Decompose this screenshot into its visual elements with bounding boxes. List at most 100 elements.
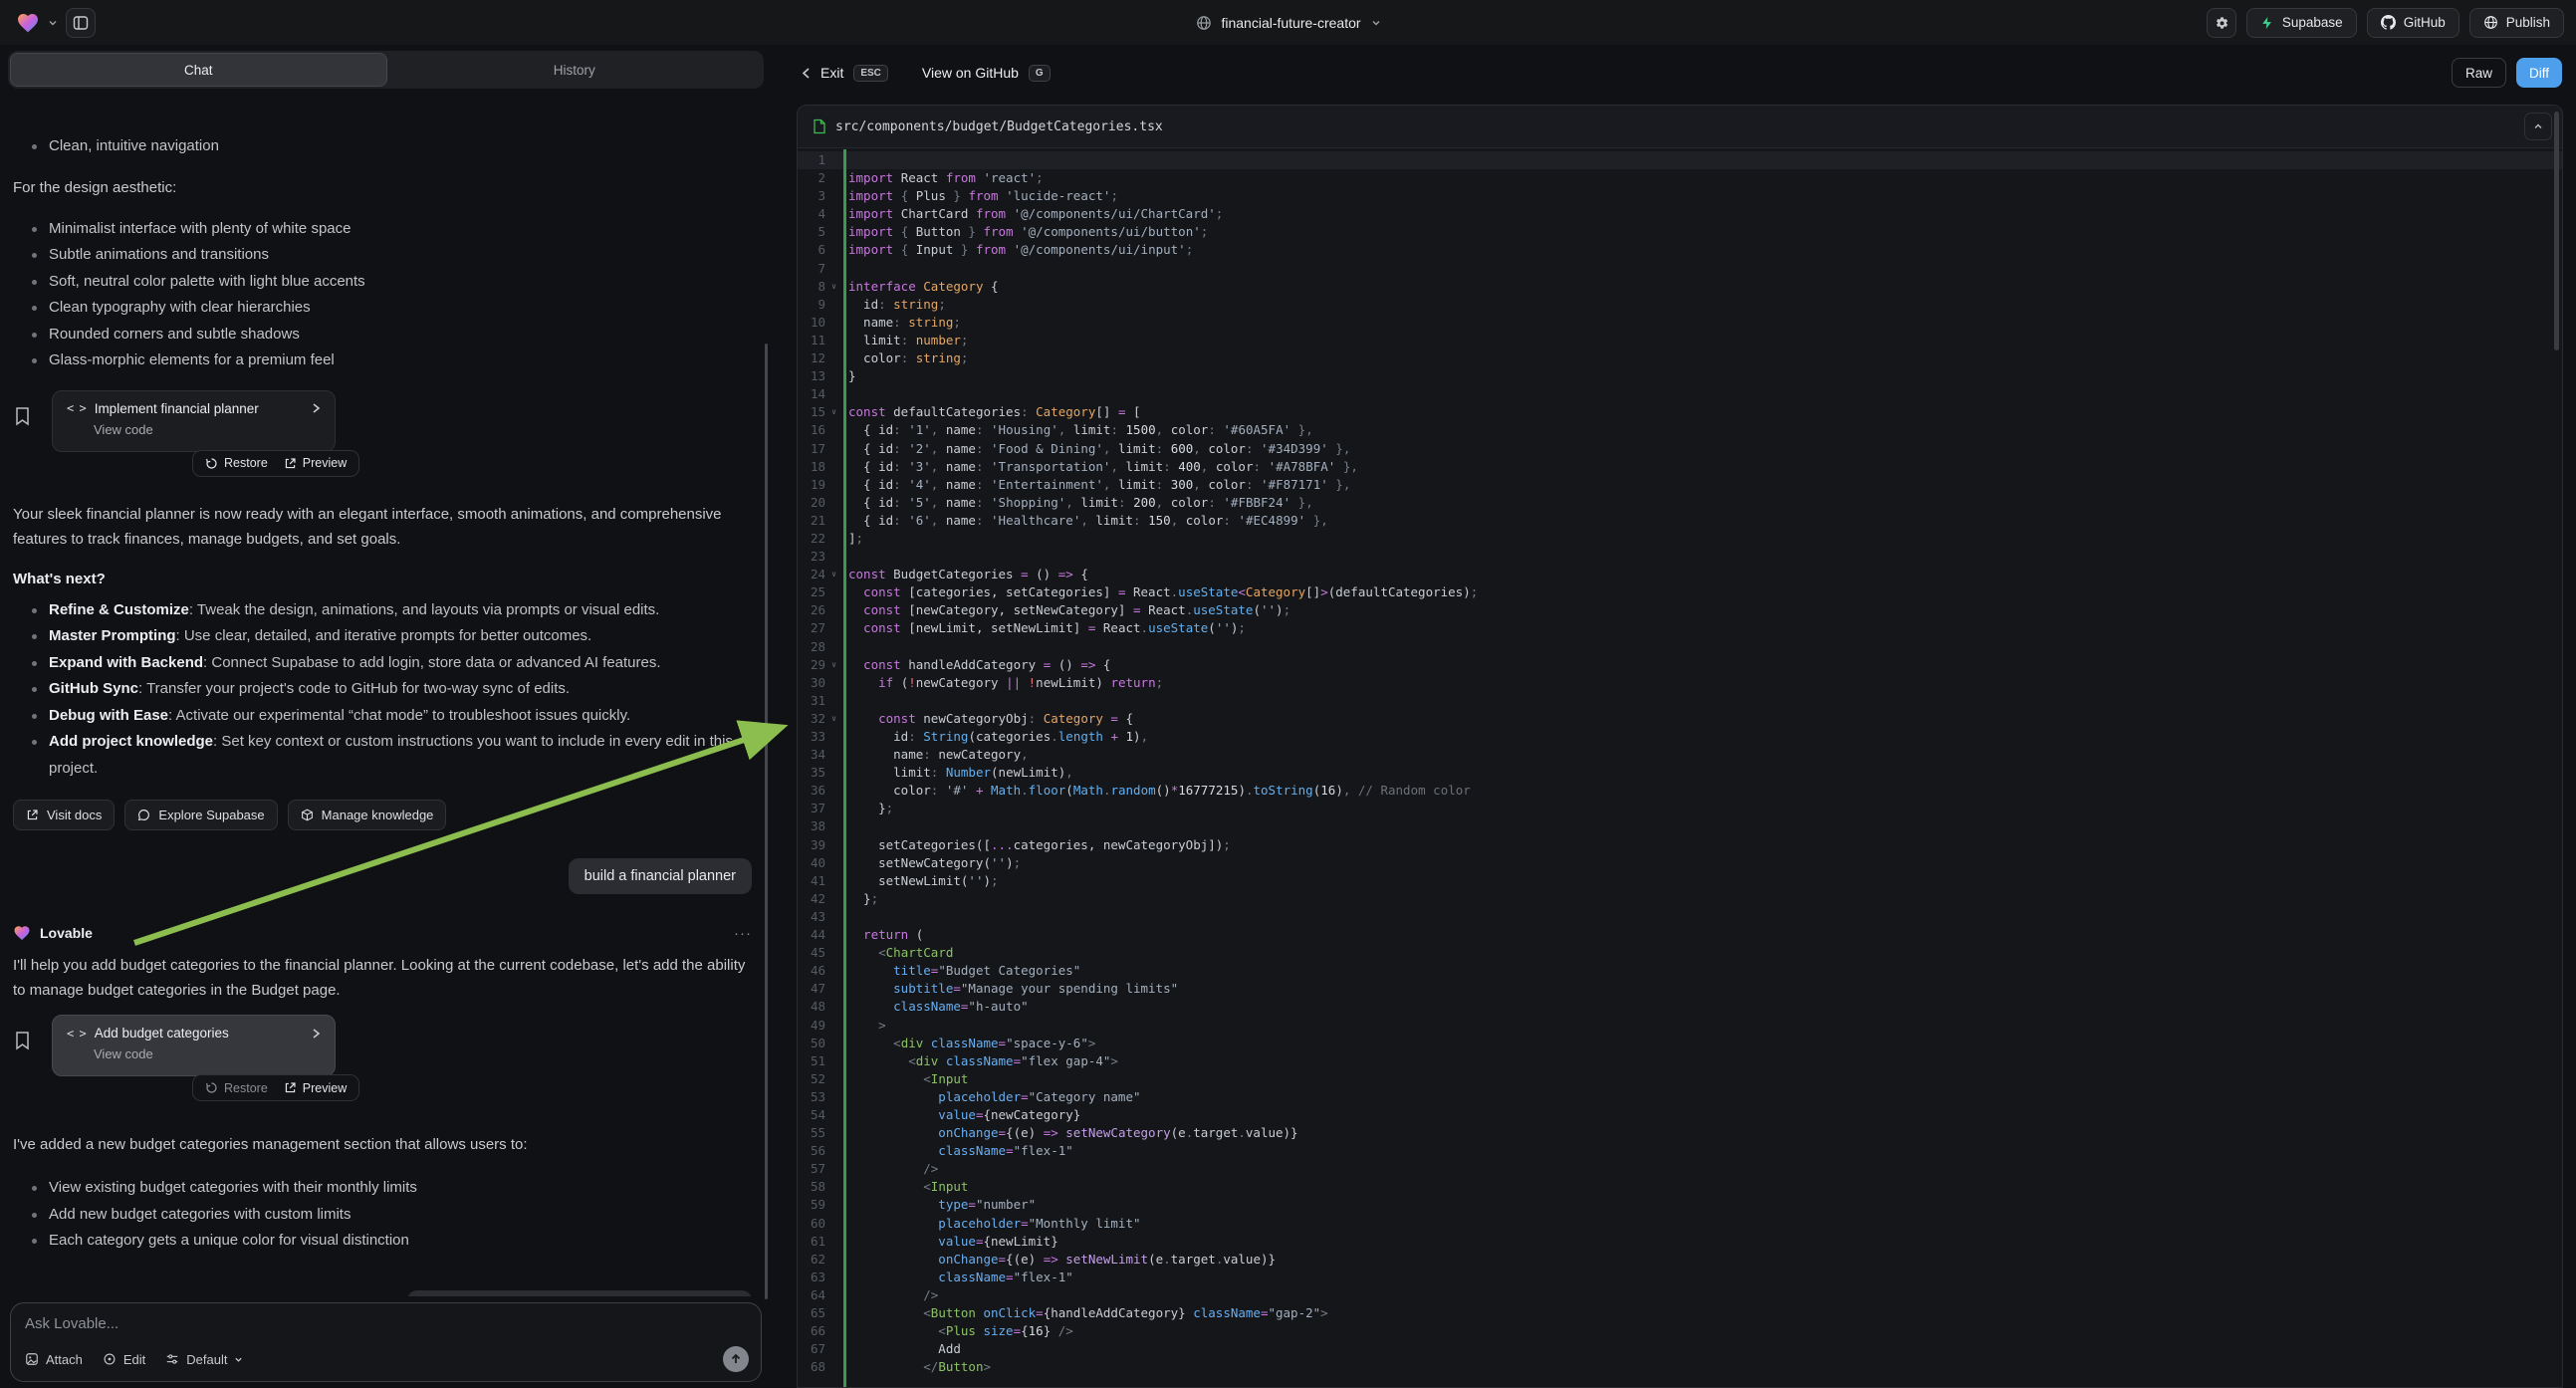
assistant-name: Lovable [40, 925, 725, 941]
toggle-sidebar-button[interactable] [66, 8, 96, 38]
code-line: 28 [798, 638, 2562, 656]
file-header[interactable]: src/components/budget/BudgetCategories.t… [798, 106, 2562, 148]
chevron-right-icon[interactable] [312, 402, 321, 414]
code-line: 60 placeholder="Monthly limit" [798, 1215, 2562, 1233]
assistant-feature-paragraph: I've added a new budget categories manag… [13, 1132, 750, 1157]
project-name: financial-future-creator [1221, 15, 1360, 31]
restore-icon [205, 457, 218, 470]
code-line: 6import { Input } from '@/components/ui/… [798, 241, 2562, 259]
design-aesthetic-heading: For the design aesthetic: [13, 179, 752, 196]
bullet-item: Minimalist interface with plenty of whit… [13, 216, 752, 243]
code-line: 40 setNewCategory(''); [798, 854, 2562, 872]
publish-button[interactable]: Publish [2469, 8, 2564, 38]
manage-knowledge-button[interactable]: Manage knowledge [288, 800, 447, 830]
code-scrollbar[interactable] [2554, 112, 2559, 350]
attach-image-icon [25, 1352, 39, 1366]
tab-history[interactable]: History [387, 53, 763, 87]
model-selector[interactable]: Default [165, 1352, 243, 1367]
restore-button[interactable]: Restore [205, 456, 268, 470]
code-line: 38 [798, 817, 2562, 835]
bullet-item: Rounded corners and subtle shadows [13, 322, 752, 348]
send-button[interactable] [723, 1346, 749, 1372]
file-card: src/components/budget/BudgetCategories.t… [797, 105, 2563, 1388]
assistant-summary-paragraph: Your sleek financial planner is now read… [13, 502, 750, 552]
bookmark-icon[interactable] [14, 406, 31, 426]
preview-button[interactable]: Preview [284, 456, 347, 470]
whats-next-item: Master Prompting: Use clear, detailed, a… [13, 623, 752, 650]
collapse-file-button[interactable] [2524, 113, 2552, 140]
whats-next-heading: What's next? [13, 571, 752, 587]
chat-scrollbar[interactable] [765, 344, 768, 1299]
github-icon [2381, 15, 2396, 30]
diff-toggle-button[interactable]: Diff [2516, 58, 2562, 88]
code-line: 21 { id: '6', name: 'Healthcare', limit:… [798, 512, 2562, 530]
code-line: 35 limit: Number(newLimit), [798, 764, 2562, 782]
message-more-menu[interactable]: ··· [734, 925, 752, 942]
view-code-link[interactable]: View code [94, 422, 321, 437]
fold-chevron-icon[interactable]: ∨ [831, 403, 836, 421]
lovable-logo-icon[interactable] [16, 11, 40, 35]
lovable-avatar-icon [13, 924, 31, 942]
chevron-right-icon[interactable] [312, 1028, 321, 1040]
edit-mode-button[interactable]: Edit [103, 1352, 145, 1367]
fold-chevron-icon[interactable]: ∨ [831, 710, 836, 728]
external-link-icon [284, 457, 297, 470]
bookmark-icon[interactable] [14, 1031, 31, 1050]
attach-button[interactable]: Attach [25, 1352, 83, 1367]
view-on-github-link[interactable]: View on GitHub [922, 65, 1019, 81]
code-line: 33 id: String(categories.length + 1), [798, 728, 2562, 746]
restore-button[interactable]: Restore [205, 1081, 268, 1095]
chat-panel: Chat History Clean, intuitive navigation… [0, 45, 772, 1388]
exit-button[interactable]: Exit [820, 65, 843, 81]
restore-preview-pill-2: Restore Preview [192, 1074, 359, 1101]
fold-chevron-icon[interactable]: ∨ [831, 656, 836, 674]
whats-next-item: GitHub Sync: Transfer your project's cod… [13, 676, 752, 703]
explore-supabase-button[interactable]: Explore Supabase [124, 800, 277, 830]
file-path: src/components/budget/BudgetCategories.t… [835, 119, 2515, 134]
code-icon: < > [67, 401, 86, 415]
fold-chevron-icon[interactable]: ∨ [831, 278, 836, 296]
view-code-link[interactable]: View code [94, 1046, 321, 1061]
g-key-badge: G [1029, 65, 1051, 82]
external-link-icon [284, 1081, 297, 1094]
code-line: 1 [798, 151, 2562, 169]
chat-input[interactable]: Ask Lovable... [25, 1315, 747, 1332]
code-line: 41 setNewLimit(''); [798, 872, 2562, 890]
code-line: 5import { Button } from '@/components/ui… [798, 223, 2562, 241]
settings-button[interactable] [2207, 8, 2236, 38]
code-line: 23 [798, 548, 2562, 566]
chat-scroll-area[interactable]: Clean, intuitive navigation For the desi… [0, 132, 772, 1296]
tab-chat[interactable]: Chat [10, 53, 387, 87]
code-line: 22]; [798, 530, 2562, 548]
arrow-up-icon [730, 1353, 742, 1365]
bullet-item: Subtle animations and transitions [13, 242, 752, 269]
fold-chevron-icon[interactable]: ∨ [831, 566, 836, 583]
bullet-item: Each category gets a unique color for vi… [13, 1228, 752, 1255]
chat-bubble-icon [137, 809, 150, 821]
code-line: 36 color: '#' + Math.floor(Math.random()… [798, 782, 2562, 800]
whats-next-item: Add project knowledge: Set key context o… [13, 729, 752, 782]
preview-button[interactable]: Preview [284, 1081, 347, 1095]
chevron-left-icon[interactable] [802, 67, 811, 80]
whats-next-item: Refine & Customize: Tweak the design, an… [13, 597, 752, 624]
visit-docs-button[interactable]: Visit docs [13, 800, 115, 830]
code-editor[interactable]: 12import React from 'react';3import { Pl… [798, 149, 2562, 1387]
chat-history-tabbar: Chat History [8, 51, 764, 89]
code-line: 45 <ChartCard [798, 944, 2562, 962]
supabase-button[interactable]: Supabase [2246, 8, 2357, 38]
top-bar: financial-future-creator Supabase GitHub… [0, 0, 2576, 45]
code-line: 8∨interface Category { [798, 278, 2562, 296]
code-line: 44 return ( [798, 926, 2562, 944]
code-line: 58 <Input [798, 1178, 2562, 1196]
raw-toggle-button[interactable]: Raw [2452, 58, 2506, 88]
workspace-chevron-down-icon[interactable] [48, 18, 58, 28]
code-line: 7 [798, 260, 2562, 278]
chat-composer[interactable]: Ask Lovable... Attach Edit Default [10, 1302, 762, 1382]
code-line: 26 const [newCategory, setNewCategory] =… [798, 601, 2562, 619]
project-switcher[interactable]: financial-future-creator [1195, 15, 1380, 31]
version-card-add-budget-categories[interactable]: < > Add budget categories View code [52, 1015, 336, 1076]
bullet-item: Add new budget categories with custom li… [13, 1202, 752, 1229]
version-card-implement-financial-planner[interactable]: < > Implement financial planner View cod… [52, 390, 336, 452]
code-view-header: Exit ESC View on GitHub G Raw Diff [772, 45, 2576, 101]
github-button[interactable]: GitHub [2367, 8, 2459, 38]
